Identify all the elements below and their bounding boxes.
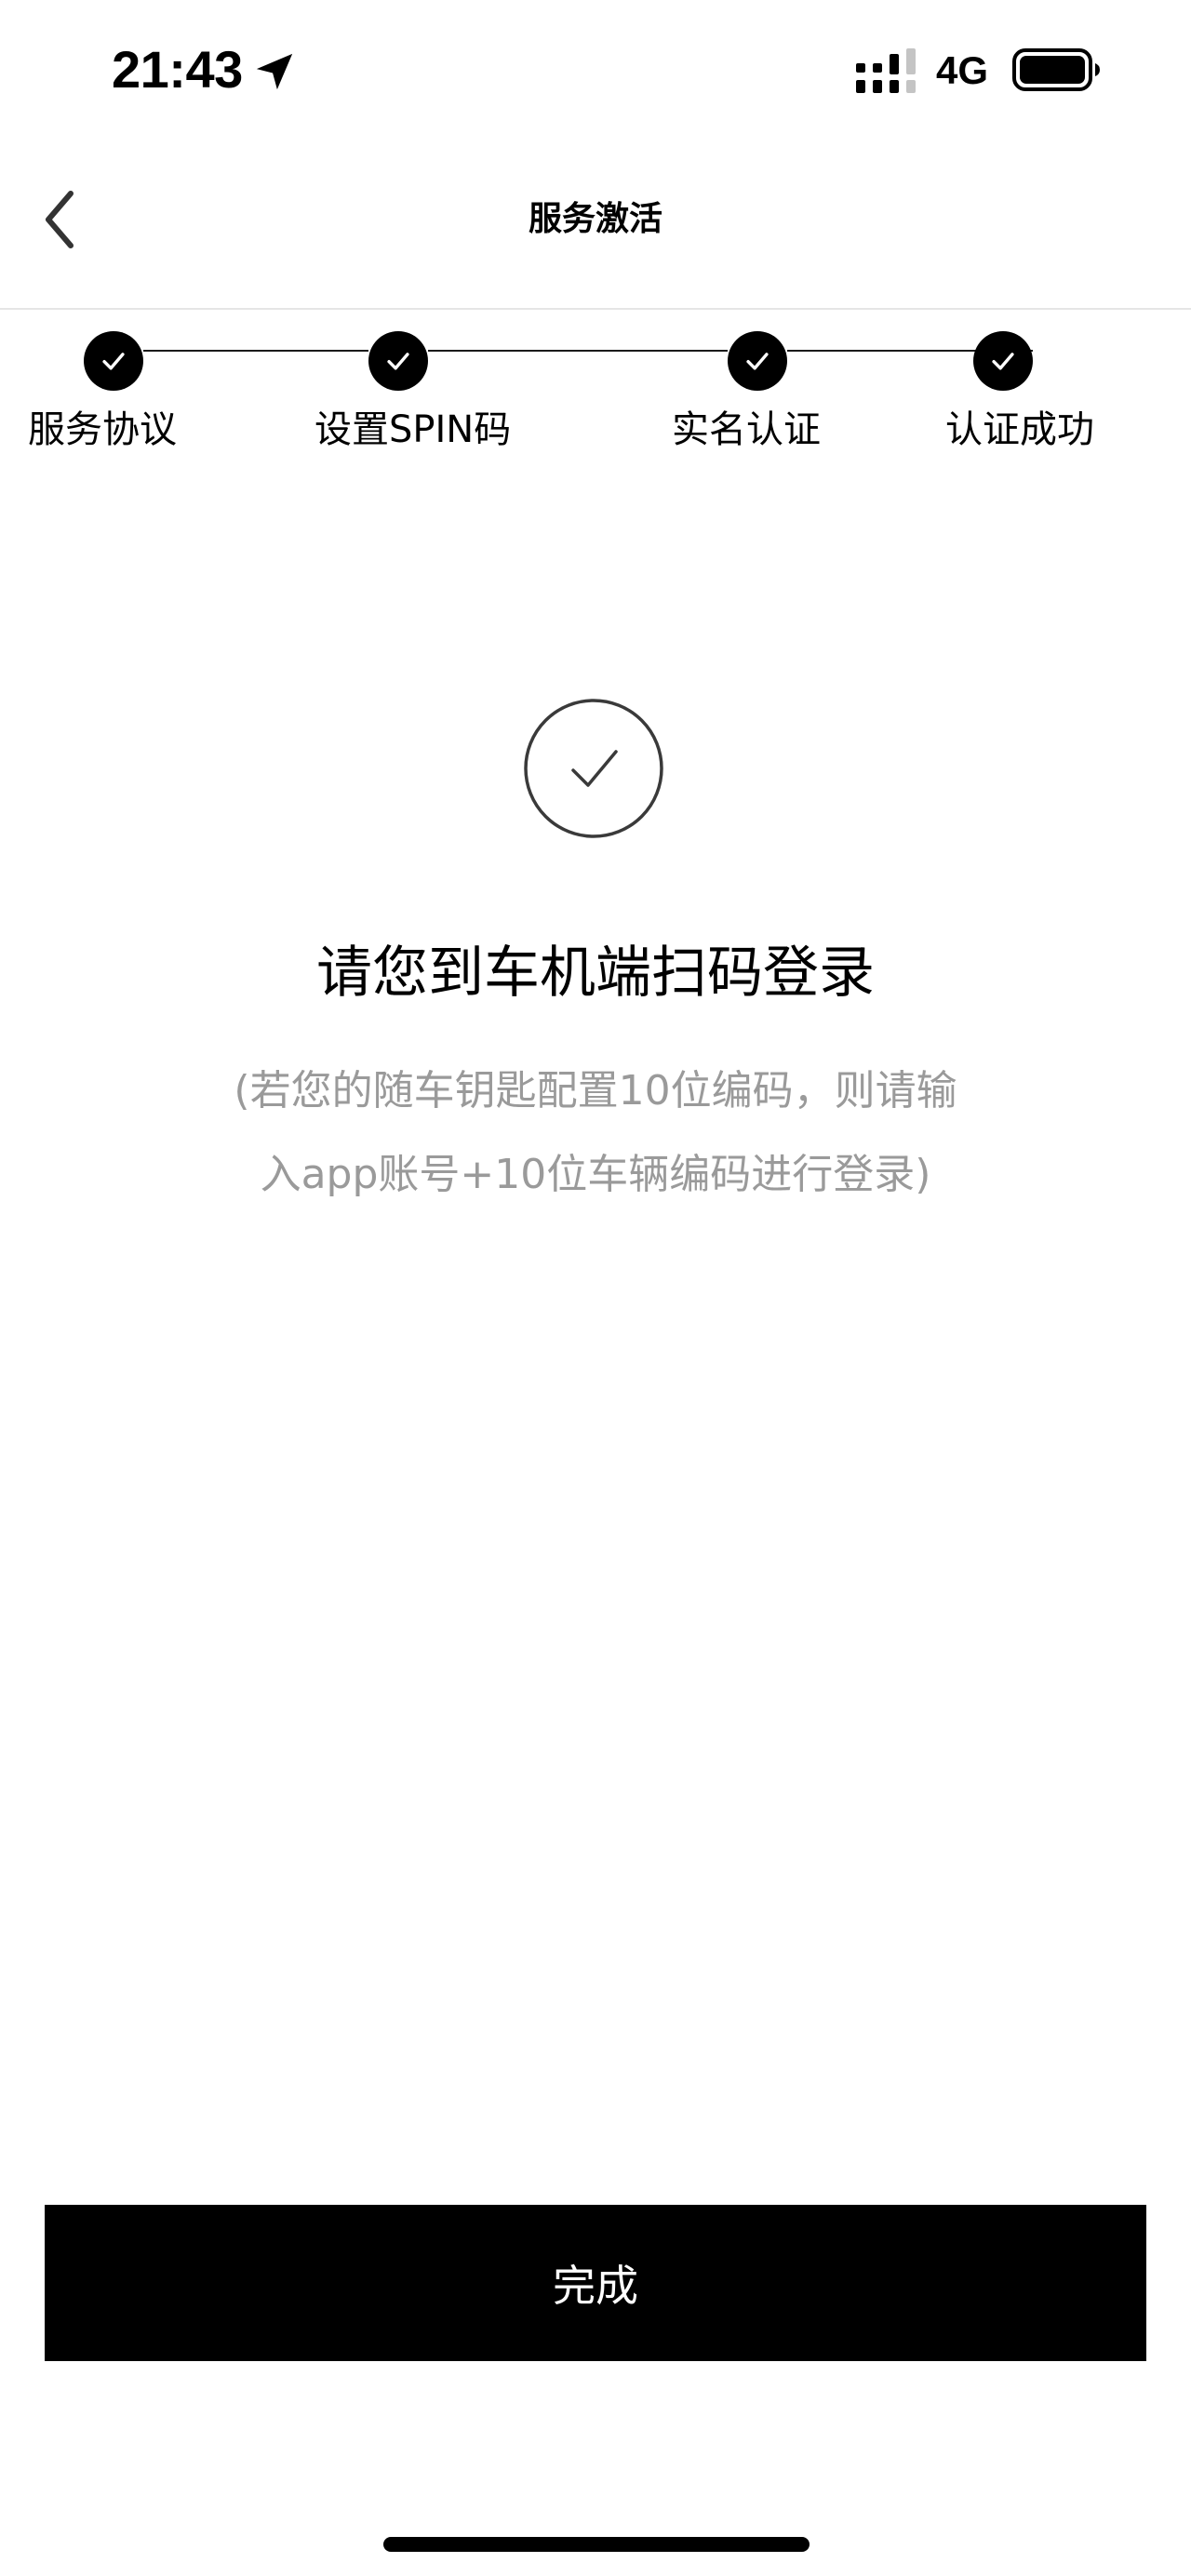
nav-divider [0, 308, 1191, 310]
step-2-indicator [368, 331, 428, 391]
success-check-circle-icon [524, 699, 663, 838]
scan-login-message: 请您到车机端扫码登录 [316, 941, 875, 1006]
step-3-label: 实名认证 [672, 408, 821, 451]
login-hint-line-1: (若您的随车钥匙配置10位编码，则请输 [234, 1067, 957, 1114]
checkmark-icon [746, 353, 769, 370]
step-connector [428, 350, 728, 352]
login-hint-line-2: 入app账号+10位车辆编码进行登录) [260, 1151, 931, 1198]
checkmark-icon [992, 353, 1014, 370]
done-button[interactable]: 完成 [45, 2205, 1146, 2361]
page-title: 服务激活 [528, 200, 662, 238]
step-3-indicator [728, 331, 787, 391]
step-connector [143, 350, 368, 352]
step-4-label: 认证成功 [945, 408, 1094, 451]
cellular-signal-icon [856, 48, 916, 93]
step-2-label: 设置SPIN码 [314, 408, 512, 451]
checkmark-icon [102, 353, 125, 370]
home-indicator[interactable] [383, 2537, 810, 2552]
network-type-label: 4G [936, 48, 989, 92]
location-arrow-icon [256, 53, 293, 90]
battery-icon [1012, 48, 1100, 91]
step-1-label: 服务协议 [28, 408, 177, 451]
checkmark-icon [387, 353, 409, 370]
step-1-indicator [84, 331, 143, 391]
status-time: 21:43 [112, 40, 243, 99]
step-4-indicator [973, 331, 1033, 391]
login-hint-text: (若您的随车钥匙配置10位编码，则请输 入app账号+10位车辆编码进行登录) [177, 1049, 1014, 1217]
